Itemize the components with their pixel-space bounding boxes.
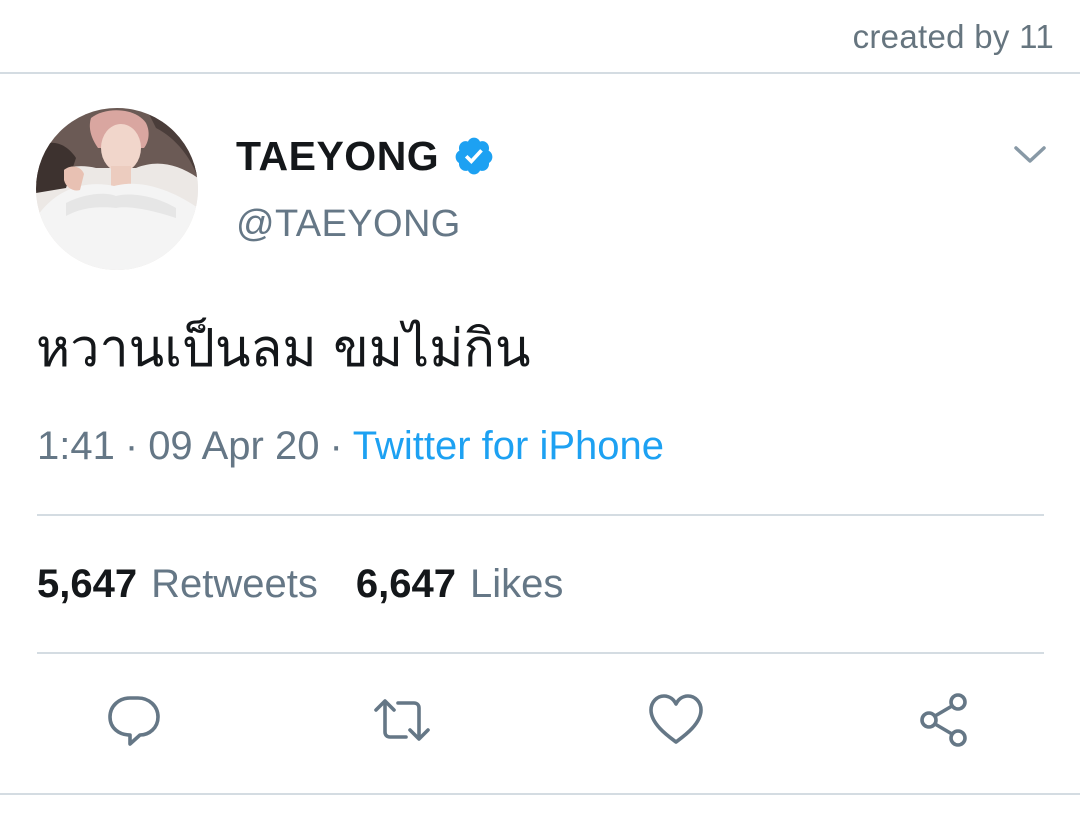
meta-divider: [37, 514, 1044, 516]
tweet-meta: 1:41 · 09 Apr 20 · Twitter for iPhone: [37, 424, 664, 469]
author-name-row: TAEYONG: [236, 128, 495, 184]
like-button[interactable]: [646, 690, 706, 750]
tweet-text: หวานเป็นลม ขมไม่กิน: [36, 319, 531, 379]
retweet-icon: [374, 699, 430, 741]
heart-icon: [649, 694, 703, 744]
share-icon: [920, 693, 967, 747]
reply-button[interactable]: [104, 690, 164, 750]
stats-divider: [37, 652, 1044, 654]
likes-label: Likes: [469, 562, 564, 606]
action-bar: [0, 690, 1080, 750]
reply-icon: [108, 696, 160, 746]
retweets-count: 5,647: [37, 562, 138, 606]
tweet-stats: 5,647 Retweets 6,647 Likes: [37, 562, 563, 607]
share-button[interactable]: [914, 690, 974, 750]
likes-stat[interactable]: 6,647 Likes: [356, 562, 564, 607]
tweet-time: 1:41: [37, 424, 115, 468]
retweets-label: Retweets: [151, 562, 318, 606]
meta-separator: ·: [124, 424, 139, 468]
display-name[interactable]: TAEYONG: [236, 133, 439, 180]
author-handle[interactable]: @TAEYONG: [236, 203, 461, 246]
meta-separator: ·: [329, 424, 343, 468]
avatar[interactable]: [36, 108, 198, 270]
likes-count: 6,647: [355, 562, 456, 606]
bottom-divider: [0, 793, 1080, 795]
top-divider: [0, 72, 1080, 74]
verified-badge-icon: [455, 137, 493, 175]
retweets-stat[interactable]: 5,647 Retweets: [37, 562, 318, 607]
chevron-down-icon[interactable]: [1008, 136, 1052, 172]
tweet-source-link[interactable]: Twitter for iPhone: [353, 424, 664, 468]
tweet-date: 09 Apr 20: [148, 424, 320, 468]
retweet-button[interactable]: [372, 690, 432, 750]
watermark-text: created by 11: [852, 18, 1054, 55]
